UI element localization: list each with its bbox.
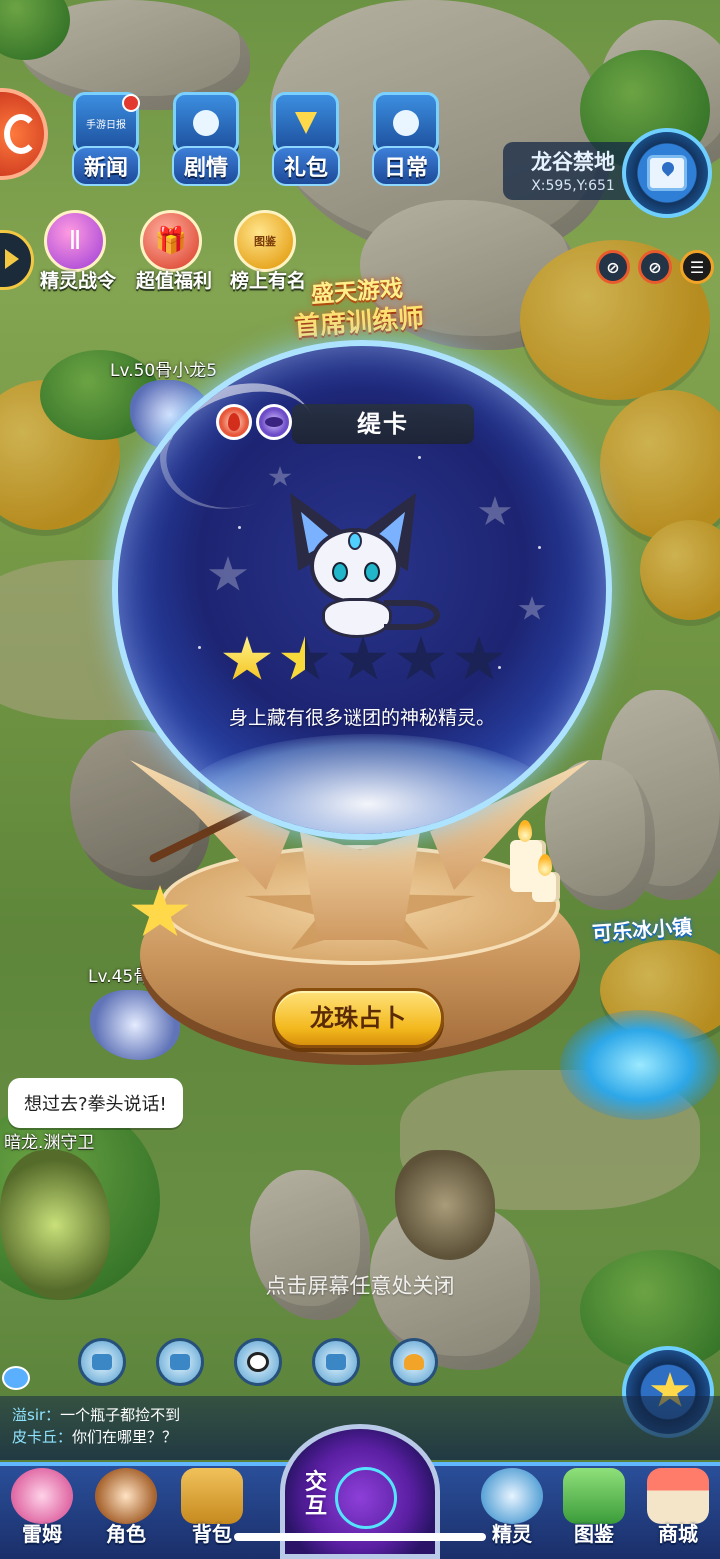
shop-store-icon: [647, 1468, 709, 1524]
npc-label-bone-dragon: Lv.50骨小龙5: [110, 361, 218, 381]
gift-box-icon: [273, 92, 339, 154]
nav-dex-label: 图鉴: [574, 1522, 614, 1546]
mute-sound-icon[interactable]: ⊘: [596, 250, 630, 284]
team-icon[interactable]: [156, 1338, 204, 1386]
nav-leimu-label: 雷姆: [22, 1522, 62, 1546]
map-icon: [647, 155, 687, 191]
tap-to-close-hint[interactable]: 点击屏幕任意处关闭: [0, 1270, 720, 1300]
fire-attribute-icon: [216, 404, 252, 440]
gift-button[interactable]: 礼包: [264, 92, 348, 186]
rating-star-icon: [455, 636, 503, 680]
story-button[interactable]: 剧情: [164, 92, 248, 186]
welfare-label: 超值福利: [136, 270, 213, 292]
candle-small: [532, 872, 560, 902]
event-banner[interactable]: 盛天游戏 首席训练师: [276, 267, 440, 345]
rating-star-icon: [397, 636, 445, 680]
spirit-pass-label: 精灵战令: [40, 270, 117, 292]
welfare-button[interactable]: 🎁 超值福利: [136, 210, 213, 293]
daily-button[interactable]: 日常: [364, 92, 448, 186]
chat-bubble-icon[interactable]: [2, 1366, 30, 1390]
task-board-icon[interactable]: [312, 1338, 360, 1386]
interact-emblem-icon: [335, 1467, 397, 1529]
news-button[interactable]: 手游日报 新闻: [64, 92, 148, 186]
nav-dex[interactable]: 图鉴: [552, 1468, 636, 1547]
leimu-avatar-icon: [11, 1468, 73, 1524]
bell-icon[interactable]: [390, 1338, 438, 1386]
gift-label: 礼包: [271, 146, 340, 186]
nav-shop[interactable]: 商城: [636, 1468, 720, 1547]
quick-action-row: [78, 1338, 438, 1386]
play-arrow-icon: [5, 249, 19, 269]
panda-icon[interactable]: [234, 1338, 282, 1386]
dragon-ball-divination-button[interactable]: 龙珠占卜: [272, 988, 444, 1048]
spirit-pet-icon: [481, 1468, 543, 1524]
trophy-icon: 图鉴: [234, 210, 296, 272]
dark-attribute-icon: [256, 404, 292, 440]
pet-rating-stars: [222, 636, 504, 684]
map-button[interactable]: [622, 128, 712, 218]
chat-message: 溢sir：一个瓶子都捡不到: [12, 1406, 181, 1424]
rating-star-icon: [339, 636, 387, 680]
candle-flame-icon: [538, 854, 552, 876]
hide-players-icon[interactable]: ⊘: [638, 250, 672, 284]
teleport-portal[interactable]: [560, 1010, 720, 1120]
backpack-icon: [181, 1468, 243, 1524]
rating-star-icon: [223, 636, 271, 680]
spirit-pass-button[interactable]: Ⅱ 精灵战令: [40, 210, 117, 293]
ride-icon[interactable]: [78, 1338, 126, 1386]
dex-book-icon: [563, 1468, 625, 1524]
notification-badge: [122, 94, 140, 112]
home-indicator[interactable]: [234, 1533, 486, 1541]
nav-role-label: 角色: [106, 1522, 146, 1546]
nav-leimu[interactable]: 雷姆: [0, 1468, 84, 1547]
npc-speech-bubble: 想过去?拳头说话!: [8, 1078, 183, 1128]
pet-portrait: [270, 488, 440, 648]
news-label: 新闻: [71, 146, 140, 186]
pet-description: 身上藏有很多谜团的神秘精灵。: [228, 707, 495, 729]
menu-list-icon[interactable]: ☰: [680, 250, 714, 284]
story-book-icon: [173, 92, 239, 154]
pet-name-plate: 缇卡: [292, 404, 474, 444]
nav-role[interactable]: 角色: [84, 1468, 168, 1547]
pass-badge-icon: Ⅱ: [44, 210, 106, 272]
character-avatar-icon: [95, 1468, 157, 1524]
gift-package-icon: 🎁: [140, 210, 202, 272]
story-label: 剧情: [171, 146, 240, 186]
daily-label: 日常: [371, 146, 440, 186]
interact-label: 交互: [305, 1470, 328, 1519]
nav-shop-label: 商城: [658, 1522, 698, 1546]
rating-star-icon: [281, 636, 329, 680]
daily-safe-icon: [373, 92, 439, 154]
